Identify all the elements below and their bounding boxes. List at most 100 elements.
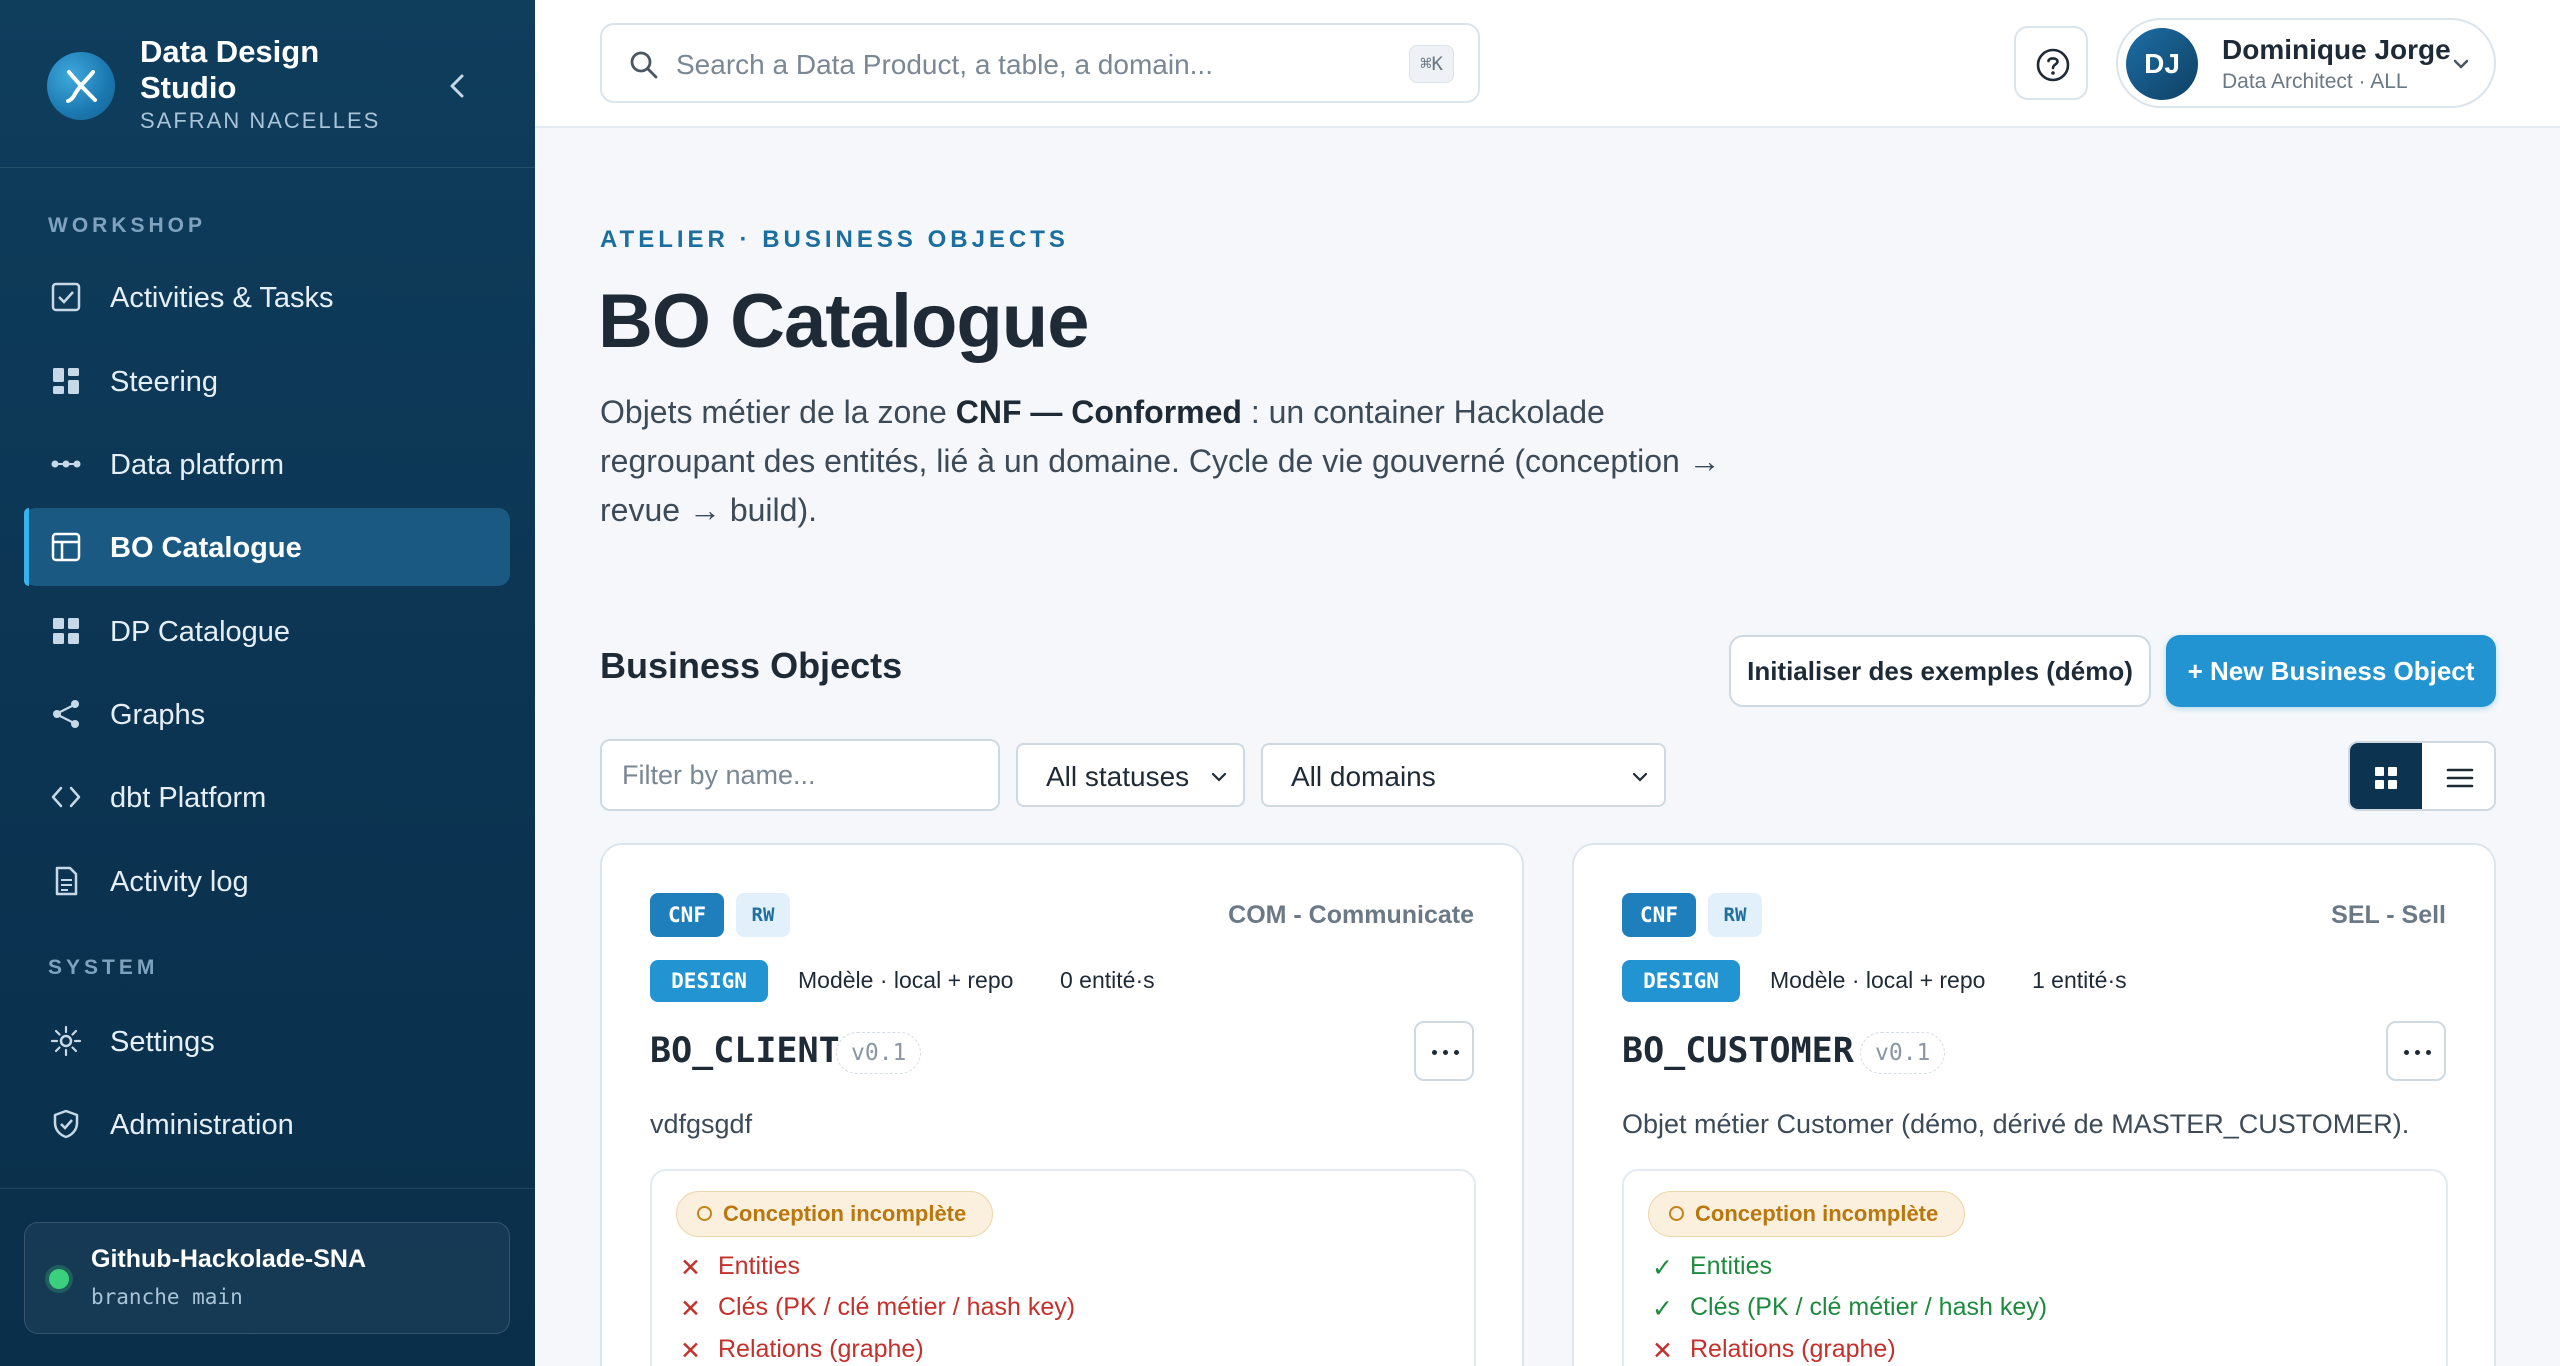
section-label-system: SYSTEM bbox=[48, 956, 159, 979]
share-icon bbox=[50, 698, 82, 730]
search-box[interactable]: ⌘K bbox=[600, 23, 1480, 103]
stage-badge: DESIGN bbox=[1622, 960, 1740, 1002]
check-icon: ✓ bbox=[1652, 1254, 1673, 1282]
status-badge: Conception incomplète bbox=[1648, 1191, 1966, 1237]
access-badge: RW bbox=[736, 893, 790, 937]
logo-icon bbox=[47, 52, 115, 120]
version-badge: v0.1 bbox=[1860, 1032, 1946, 1074]
search-input[interactable] bbox=[676, 43, 1356, 87]
version-badge: v0.1 bbox=[836, 1032, 922, 1074]
more-options-button[interactable] bbox=[2386, 1021, 2446, 1081]
sidebar-item-steering[interactable]: Steering bbox=[24, 342, 510, 420]
init-demo-button[interactable]: Initialiser des exemples (démo) bbox=[1729, 635, 2151, 707]
sidebar-item-label: Graphs bbox=[110, 699, 206, 731]
user-menu[interactable]: DJ Dominique Jorge Data Architect · ALL bbox=[2116, 18, 2496, 108]
sidebar-item-label: Activities & Tasks bbox=[110, 282, 334, 314]
sidebar-item-settings[interactable]: Settings bbox=[24, 1002, 510, 1080]
business-object-card[interactable]: CNF RW COM - Communicate DESIGN Modèle ·… bbox=[600, 843, 1524, 1366]
checklist-label: Clés (PK / clé métier / hash key) bbox=[1690, 1293, 2048, 1321]
section-label-workshop: WORKSHOP bbox=[48, 214, 206, 237]
sidebar-item-label: DP Catalogue bbox=[110, 616, 291, 648]
layout-icon bbox=[50, 531, 82, 563]
checklist-label: Relations (graphe) bbox=[718, 1335, 924, 1363]
help-button[interactable] bbox=[2014, 26, 2088, 100]
model-source: Modèle · local + repo bbox=[798, 967, 1014, 993]
check-icon: ✓ bbox=[1652, 1295, 1673, 1323]
sidebar-item-label: Activity log bbox=[110, 866, 249, 898]
chevron-down-icon bbox=[2450, 53, 2472, 80]
status-select[interactable]: All statuses bbox=[1016, 743, 1245, 807]
dashboard-icon bbox=[50, 365, 82, 397]
list-icon bbox=[2446, 768, 2474, 788]
cross-icon: ✕ bbox=[680, 1337, 701, 1365]
topbar: ⌘K DJ Dominique Jorge Data Architect · A… bbox=[535, 0, 2560, 128]
sidebar-item-label: BO Catalogue bbox=[110, 532, 302, 564]
intro-text: Objets métier de la zone bbox=[600, 394, 956, 430]
chevron-down-icon bbox=[1209, 767, 1229, 792]
document-icon bbox=[50, 865, 82, 897]
sidebar-divider bbox=[0, 1188, 535, 1189]
sidebar-item-label: Data platform bbox=[110, 449, 285, 481]
filter-name-input[interactable] bbox=[600, 739, 1000, 811]
user-name: Dominique Jorge bbox=[2222, 34, 2451, 65]
view-toggle bbox=[2348, 741, 2496, 811]
entity-count: 0 entité·s bbox=[1060, 967, 1155, 993]
sidebar-item-label: Settings bbox=[110, 1026, 215, 1058]
grid-icon bbox=[50, 615, 82, 647]
design-checklist: Conception incomplète ✓ Entities ✓ Clés (P… bbox=[1622, 1169, 2448, 1366]
repo-branch: branche main bbox=[91, 1285, 243, 1309]
checklist-label: Relations (graphe) bbox=[1690, 1335, 1896, 1363]
sidebar-item-activities[interactable]: Activities & Tasks bbox=[24, 258, 510, 336]
repo-name: Github-Hackolade-SNA bbox=[91, 1245, 367, 1273]
sidebar-item-activity-log[interactable]: Activity log bbox=[24, 842, 510, 920]
bo-name: BO_CUSTOMER bbox=[1622, 1031, 1854, 1071]
sidebar-item-dbt-platform[interactable]: dbt Platform bbox=[24, 758, 510, 836]
search-icon bbox=[628, 49, 660, 86]
grid-view-button[interactable] bbox=[2350, 743, 2422, 809]
checkbox-icon bbox=[50, 281, 82, 313]
section-title: Business Objects bbox=[600, 645, 903, 686]
model-source: Modèle · local + repo bbox=[1770, 967, 1986, 993]
shield-check-icon bbox=[50, 1108, 82, 1140]
domain-label: COM - Communicate bbox=[1228, 901, 1474, 929]
app-title: Data Design Studio bbox=[140, 34, 320, 105]
bo-description: Objet métier Customer (démo, dérivé de M… bbox=[1622, 1109, 2410, 1139]
repo-card[interactable]: Github-Hackolade-SNA branche main bbox=[24, 1222, 510, 1334]
bo-name: BO_CLIENT bbox=[650, 1031, 840, 1071]
org-name: SAFRAN NACELLES bbox=[140, 108, 381, 133]
sidebar-item-dp-catalogue[interactable]: DP Catalogue bbox=[24, 592, 510, 670]
business-object-card[interactable]: CNF RW SEL - Sell DESIGN Modèle · local … bbox=[1572, 843, 2496, 1366]
status-badge: Conception incomplète bbox=[676, 1191, 994, 1237]
access-badge: RW bbox=[1708, 893, 1762, 937]
cross-icon: ✕ bbox=[680, 1295, 701, 1323]
code-icon bbox=[50, 781, 82, 813]
new-business-object-button[interactable]: + New Business Object bbox=[2166, 635, 2496, 707]
page-title: BO Catalogue bbox=[598, 279, 1089, 364]
sidebar-item-bo-catalogue[interactable]: BO Catalogue bbox=[24, 508, 510, 586]
sidebar-item-label: Steering bbox=[110, 366, 219, 398]
brand-header: Data Design Studio SAFRAN NACELLES bbox=[0, 0, 535, 168]
checklist-label: Entities bbox=[1690, 1252, 1772, 1280]
grid-icon bbox=[2375, 767, 2397, 789]
bo-description: vdfgsgdf bbox=[650, 1109, 753, 1139]
domain-select[interactable]: All domains bbox=[1261, 743, 1666, 807]
domain-select-value: All domains bbox=[1291, 761, 1436, 792]
domain-label: SEL - Sell bbox=[2331, 901, 2446, 929]
shortcut-badge: ⌘K bbox=[1409, 45, 1454, 83]
sidebar: Data Design Studio SAFRAN NACELLES WORKS… bbox=[0, 0, 535, 1366]
status-select-value: All statuses bbox=[1046, 761, 1190, 792]
entity-count: 1 entité·s bbox=[2032, 967, 2127, 993]
pipeline-icon bbox=[50, 448, 82, 480]
sidebar-item-label: dbt Platform bbox=[110, 782, 267, 814]
zone-badge: CNF bbox=[1622, 893, 1696, 937]
sidebar-item-data-platform[interactable]: Data platform bbox=[24, 425, 510, 503]
more-options-button[interactable] bbox=[1414, 1021, 1474, 1081]
intro-zone: CNF — Conformed bbox=[955, 394, 1242, 430]
sidebar-item-graphs[interactable]: Graphs bbox=[24, 675, 510, 753]
list-view-button[interactable] bbox=[2424, 743, 2494, 809]
sidebar-item-administration[interactable]: Administration bbox=[24, 1085, 510, 1163]
chevron-left-icon[interactable] bbox=[438, 66, 478, 106]
checklist-label: Clés (PK / clé métier / hash key) bbox=[718, 1293, 1076, 1321]
avatar: DJ bbox=[2126, 28, 2198, 100]
design-checklist: Conception incomplète ✕ Entities ✕ Clés (P… bbox=[650, 1169, 1476, 1366]
